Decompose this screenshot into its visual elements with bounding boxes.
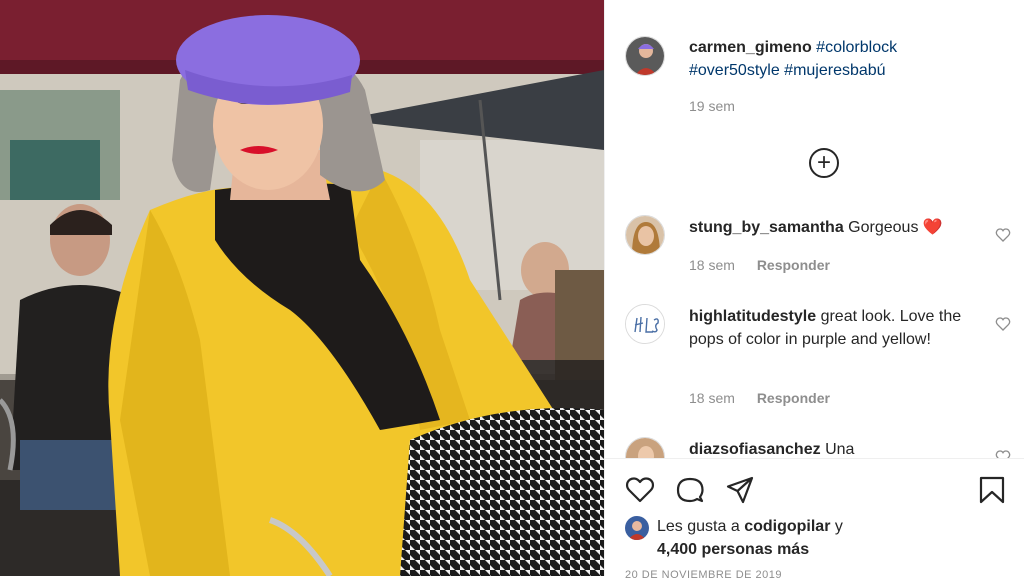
plus-circle-icon: + bbox=[816, 149, 831, 176]
post-caption: carmen_gimeno #colorblock #over50style #… bbox=[689, 36, 989, 82]
commenter-username[interactable]: diazsofiasanchez bbox=[689, 441, 821, 458]
comment-meta: 18 sem Responder bbox=[689, 257, 830, 273]
author-avatar-image bbox=[626, 37, 664, 75]
heart-icon[interactable] bbox=[995, 316, 1011, 332]
comment-body: highlatitudestyle great look. Love the p… bbox=[689, 305, 979, 351]
commenter-avatar-image bbox=[626, 216, 664, 254]
comment-body: diazsofiasanchez Una bbox=[689, 438, 979, 458]
post-photo[interactable] bbox=[0, 0, 604, 576]
liker-username[interactable]: codigopilar bbox=[744, 518, 830, 535]
comment-icon[interactable] bbox=[675, 475, 705, 505]
reply-button[interactable]: Responder bbox=[757, 390, 830, 406]
load-more-comments-button[interactable]: + bbox=[809, 148, 839, 178]
reply-button[interactable]: Responder bbox=[757, 257, 830, 273]
liker-avatar[interactable] bbox=[625, 516, 649, 540]
bookmark-icon[interactable] bbox=[977, 475, 1007, 505]
caption-timestamp[interactable]: 19 sem bbox=[689, 98, 735, 114]
commenter-avatar[interactable] bbox=[625, 437, 665, 458]
commenter-username[interactable]: highlatitudestyle bbox=[689, 308, 816, 325]
comment-meta: 18 sem Responder bbox=[689, 390, 830, 406]
likes-conjunction: y bbox=[834, 518, 843, 535]
commenter-username[interactable]: stung_by_samantha bbox=[689, 219, 844, 236]
share-icon[interactable] bbox=[725, 475, 755, 505]
author-avatar[interactable] bbox=[625, 36, 665, 76]
comment-body: stung_by_samantha Gorgeous ❤️ bbox=[689, 216, 979, 239]
likes-summary: Les gusta a codigopilar y 4,400 personas… bbox=[657, 515, 843, 561]
comment-timestamp[interactable]: 18 sem bbox=[689, 390, 735, 406]
post-side-panel: carmen_gimeno #colorblock #over50style #… bbox=[605, 0, 1024, 581]
comments-scroll-area[interactable]: carmen_gimeno #colorblock #over50style #… bbox=[605, 0, 1024, 458]
heart-icon[interactable] bbox=[625, 475, 655, 505]
author-username[interactable]: carmen_gimeno bbox=[689, 39, 812, 56]
actions-divider bbox=[605, 458, 1024, 459]
commenter-avatar[interactable] bbox=[625, 304, 665, 344]
commenter-avatar-image bbox=[626, 305, 664, 343]
heart-icon[interactable] bbox=[995, 227, 1011, 243]
commenter-avatar[interactable] bbox=[625, 215, 665, 255]
likes-count-link[interactable]: 4,400 personas más bbox=[657, 541, 809, 558]
hashtag-link[interactable]: #mujeresbabú bbox=[784, 62, 885, 79]
heart-icon[interactable] bbox=[995, 449, 1011, 458]
hashtag-link[interactable]: #colorblock bbox=[816, 39, 897, 56]
hashtag-link[interactable]: #over50style bbox=[689, 62, 780, 79]
photo-illustration bbox=[0, 0, 604, 576]
comment-text: Gorgeous ❤️ bbox=[848, 219, 943, 236]
post-date[interactable]: 20 DE NOVIEMBRE DE 2019 bbox=[625, 569, 782, 581]
commenter-avatar-image bbox=[626, 438, 664, 458]
comment-text: Una bbox=[825, 441, 855, 458]
likes-prefix: Les gusta a bbox=[657, 518, 740, 535]
comment-timestamp[interactable]: 18 sem bbox=[689, 257, 735, 273]
liker-avatar-image bbox=[625, 516, 649, 540]
